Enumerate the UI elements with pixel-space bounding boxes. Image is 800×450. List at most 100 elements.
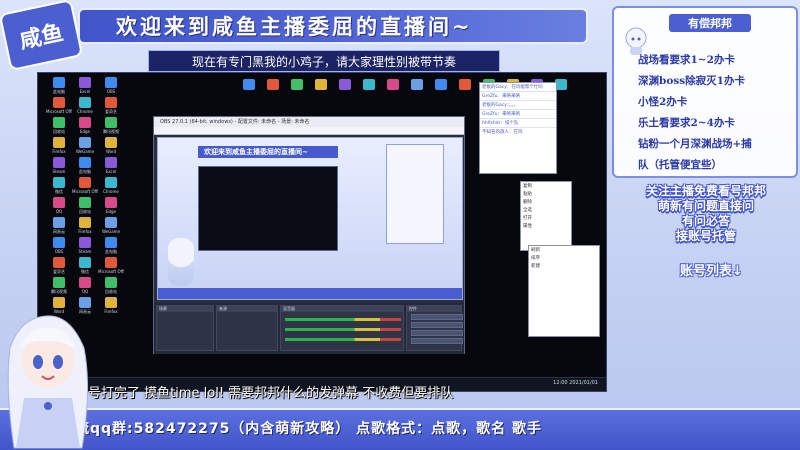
- account-list-label: 账号列表↓: [680, 264, 743, 279]
- desktop-app-icon[interactable]: [53, 177, 65, 188]
- desktop-app-icon[interactable]: [315, 79, 327, 90]
- notice-line: 关注主播免费看号邦邦: [645, 184, 766, 198]
- rule-line: 深渊boss除寂灭1办卡: [638, 75, 745, 87]
- desktop-app-icon[interactable]: [79, 137, 91, 148]
- desktop-app-icon[interactable]: [79, 117, 91, 128]
- desktop-icon-label: 回收站: [105, 289, 117, 294]
- desktop-app-icon[interactable]: [53, 217, 65, 228]
- notice-line: 有问必答: [681, 214, 730, 228]
- chat-message: GreZfu：来咯来咯: [480, 91, 556, 100]
- desktop-app-icon[interactable]: [105, 297, 117, 308]
- desktop-icon-label: Steam: [52, 169, 66, 174]
- desktop-app-icon[interactable]: [53, 77, 65, 88]
- desktop-app-icon[interactable]: [105, 217, 117, 228]
- obs-audio-mixer-dock[interactable]: 混音器: [280, 305, 404, 351]
- anime-mascot-icon: [7, 315, 89, 449]
- desktop-app-icon[interactable]: [105, 257, 117, 268]
- obs-sources-dock[interactable]: 来源: [216, 305, 278, 351]
- desktop-app-icon[interactable]: [79, 237, 91, 248]
- menu-item[interactable]: 全选: [521, 206, 571, 214]
- menu-item[interactable]: 打开: [521, 214, 571, 222]
- desktop-app-icon[interactable]: [79, 277, 91, 288]
- song-list-popup[interactable]: 刷新 排序 新建: [528, 245, 600, 337]
- desktop-icon-label: OBS: [54, 249, 64, 254]
- obs-scenes-dock[interactable]: 场景: [156, 305, 214, 351]
- audio-meter: [285, 338, 401, 341]
- obs-menubar[interactable]: [154, 127, 464, 135]
- menu-item[interactable]: 刷新: [529, 246, 599, 254]
- desktop-app-icon[interactable]: [53, 97, 65, 108]
- obs-preview: 欢迎来到咸鱼主播委屈的直播间~: [157, 137, 463, 300]
- desktop-app-icon[interactable]: [411, 79, 423, 90]
- settings-button[interactable]: [411, 338, 463, 344]
- desktop-app-icon[interactable]: [339, 79, 351, 90]
- desktop-app-icon[interactable]: [53, 197, 65, 208]
- desktop-app-icon[interactable]: [459, 79, 471, 90]
- warning-banner-text: 现在有专门黑我的小鸡子，请大家理性别被带节奏: [191, 54, 456, 69]
- desktop-icon-label: Firefox: [104, 309, 118, 314]
- desktop-app-icon[interactable]: [105, 97, 117, 108]
- desktop-app-icon[interactable]: [53, 137, 65, 148]
- desktop-app-icon[interactable]: [105, 197, 117, 208]
- menu-item[interactable]: 新建: [529, 262, 599, 270]
- obs-preview-bottom-bar: [158, 288, 462, 299]
- menu-item[interactable]: 复制: [521, 182, 571, 190]
- desktop-app-icon[interactable]: [53, 117, 65, 128]
- chat-message: 老板的Gacy：。。。: [480, 100, 556, 109]
- desktop-app-icon[interactable]: [105, 117, 117, 128]
- desktop-app-icon[interactable]: [79, 77, 91, 88]
- obs-dock-area: 场景 来源 混音器 控件: [154, 303, 464, 354]
- captured-desktop: 此电脑 Microsoft Office 回收站 Firefox Steam 微信 QQ 网易…: [37, 72, 607, 392]
- desktop-app-icon[interactable]: [79, 157, 91, 168]
- desktop-icon-label: 此电脑: [53, 89, 65, 94]
- desktop-app-icon[interactable]: [79, 97, 91, 108]
- desktop-icon-label: Microsoft Office: [46, 109, 72, 114]
- desktop-app-icon[interactable]: [291, 79, 303, 90]
- desktop-app-icon[interactable]: [105, 237, 117, 248]
- desktop-app-icon[interactable]: [53, 237, 65, 248]
- desktop-app-icon[interactable]: [267, 79, 279, 90]
- desktop-app-icon[interactable]: [243, 79, 255, 90]
- desktop-app-icon[interactable]: [79, 217, 91, 228]
- welcome-banner: 欢迎来到咸鱼主播委屈的直播间~: [78, 8, 588, 44]
- start-streaming-button[interactable]: [411, 314, 463, 320]
- context-menu[interactable]: 复制 粘贴 删除 全选 打开 属性: [520, 181, 572, 251]
- studio-mode-button[interactable]: [411, 330, 463, 336]
- desktop-app-icon[interactable]: [79, 177, 91, 188]
- desktop-app-icon[interactable]: [363, 79, 375, 90]
- desktop-app-icon[interactable]: [105, 137, 117, 148]
- menu-item[interactable]: 属性: [521, 222, 571, 230]
- start-recording-button[interactable]: [411, 322, 463, 328]
- desktop-icon-label: Microsoft Office: [98, 269, 124, 274]
- desktop-icon-label: 爱奇艺: [105, 109, 117, 114]
- desktop-app-icon[interactable]: [105, 157, 117, 168]
- rule-line: 队（托管便宜些）: [638, 159, 722, 171]
- obs-dock-title: 混音器: [281, 306, 403, 312]
- corner-logo: 咸鱼: [0, 0, 84, 72]
- rule-line: 乐土看要求2~4办卡: [638, 117, 735, 129]
- desktop-app-icon[interactable]: [79, 257, 91, 268]
- desktop-icon-label: 此电脑: [105, 249, 117, 254]
- desktop-app-icon[interactable]: [105, 277, 117, 288]
- desktop-app-icon[interactable]: [53, 277, 65, 288]
- obs-titlebar[interactable]: OBS 27.0.1 (64-bit, windows) - 配置文件: 未命名…: [154, 117, 464, 127]
- menu-item[interactable]: 粘贴: [521, 190, 571, 198]
- desktop-app-icon[interactable]: [53, 297, 65, 308]
- audio-meter: [285, 318, 401, 321]
- desktop-app-icon[interactable]: [79, 297, 91, 308]
- desktop-icon-label: Chrome: [103, 189, 119, 194]
- chat-popup[interactable]: 老板的Gacy：在吗能帮个忙吗 GreZfu：来咯来咯 老板的Gacy：。。。 …: [479, 82, 557, 174]
- desktop-app-icon[interactable]: [105, 177, 117, 188]
- rule-line: 钻粉一个月深渊战场+捕: [638, 138, 752, 150]
- bottom-info-text: 交流qq群:582472275（内含萌新攻略） 点歌格式：点歌，歌名 歌手: [60, 421, 543, 437]
- menu-item[interactable]: 删除: [521, 198, 571, 206]
- desktop-app-icon[interactable]: [105, 77, 117, 88]
- obs-preview-side-panel: [386, 144, 444, 244]
- obs-window[interactable]: OBS 27.0.1 (64-bit, windows) - 配置文件: 未命名…: [153, 116, 465, 354]
- desktop-app-icon[interactable]: [435, 79, 447, 90]
- desktop-app-icon[interactable]: [387, 79, 399, 90]
- menu-item[interactable]: 排序: [529, 254, 599, 262]
- desktop-app-icon[interactable]: [79, 197, 91, 208]
- desktop-app-icon[interactable]: [53, 257, 65, 268]
- desktop-app-icon[interactable]: [53, 157, 65, 168]
